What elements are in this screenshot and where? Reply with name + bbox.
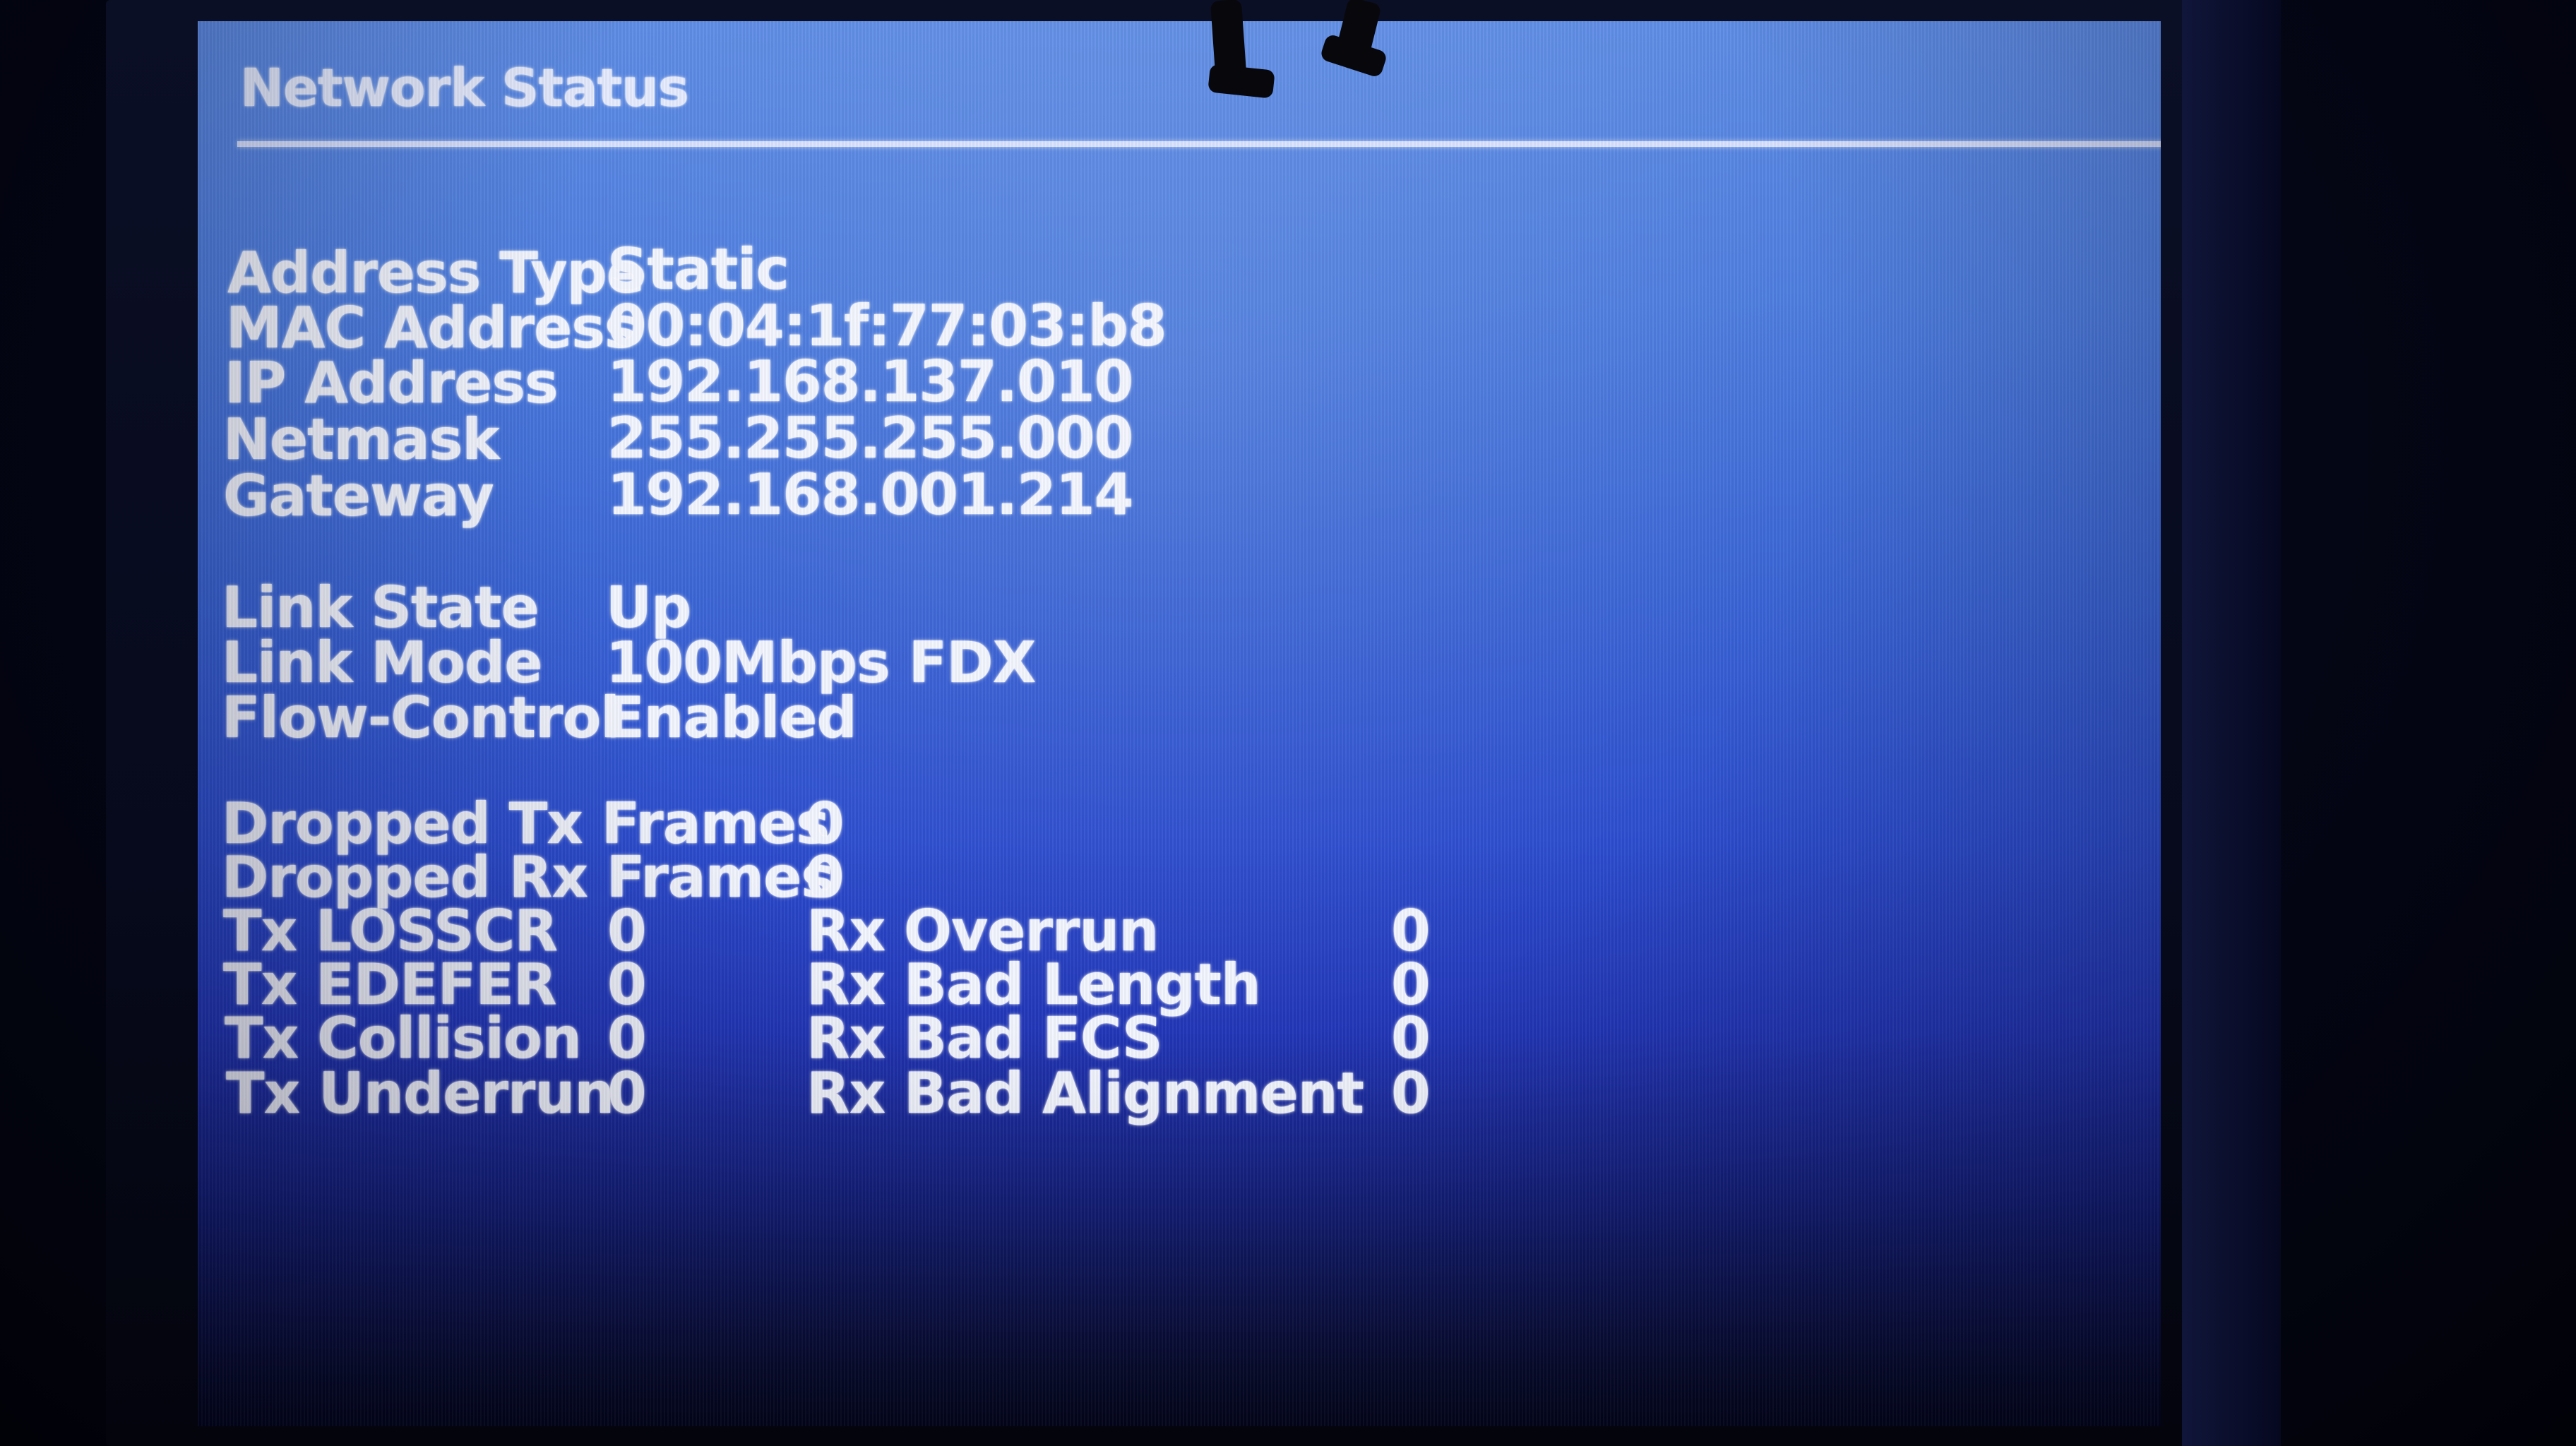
gateway-value: 192.168.001.214 <box>607 462 1133 527</box>
crt-screen: Network Status Address Type Static MAC A… <box>198 21 2161 1426</box>
page-title: Network Status <box>240 58 689 119</box>
monitor-bezel-edge <box>2182 0 2281 1446</box>
flow-control-value: Enabled <box>606 685 857 751</box>
flow-control-label: Flow-Control <box>222 685 620 751</box>
rx-bad-alignment-label: Rx Bad Alignment <box>806 1060 1364 1126</box>
rx-bad-alignment-value: 0 <box>1391 1060 1431 1126</box>
tx-underrun-value: 0 <box>607 1060 647 1126</box>
tx-underrun-label: Tx Underrun <box>226 1060 614 1126</box>
gateway-label: Gateway <box>223 463 494 529</box>
title-divider <box>237 141 2161 147</box>
